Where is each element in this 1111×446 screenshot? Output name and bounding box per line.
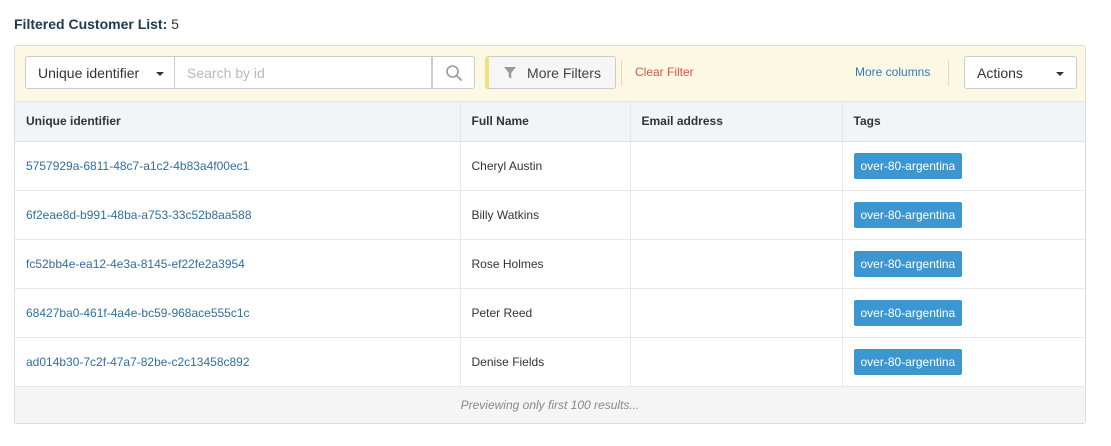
filter-toolbar: Unique identifier More Filters Clear Fil… bbox=[15, 46, 1085, 102]
toolbar-divider bbox=[621, 60, 622, 86]
tag-badge[interactable]: over-80-argentina bbox=[853, 299, 963, 326]
column-header-full-name[interactable]: Full Name bbox=[459, 102, 630, 142]
customer-id-link[interactable]: 5757929a-6811-48c7-a1c2-4b83a4f00ec1 bbox=[26, 159, 249, 173]
actions-label: Actions bbox=[977, 64, 1023, 81]
cell-full-name: Billy Watkins bbox=[459, 190, 630, 240]
more-columns-link[interactable]: More columns bbox=[855, 65, 930, 79]
tag-badge[interactable]: over-80-argentina bbox=[853, 250, 963, 277]
table-row: 6f2eae8d-b991-48ba-a753-33c52b8aa588 Bil… bbox=[15, 190, 1085, 240]
cell-email-address bbox=[629, 239, 842, 289]
cell-unique-identifier: fc52bb4e-ea12-4e3a-8145-ef22fe2a3954 bbox=[15, 239, 460, 289]
tag-badge[interactable]: over-80-argentina bbox=[853, 201, 963, 228]
column-header-unique-identifier[interactable]: Unique identifier bbox=[15, 102, 460, 142]
column-header-email-address[interactable]: Email address bbox=[629, 102, 842, 142]
customer-id-link[interactable]: ad014b30-7c2f-47a7-82be-c2c13458c892 bbox=[26, 355, 250, 369]
page-title: Filtered Customer List: 5 bbox=[14, 16, 179, 32]
table-row: 68427ba0-461f-4a4e-bc59-968ace555c1c Pet… bbox=[15, 288, 1085, 338]
cell-unique-identifier: 5757929a-6811-48c7-a1c2-4b83a4f00ec1 bbox=[15, 141, 460, 191]
cell-tags: over-80-argentina bbox=[841, 288, 1085, 338]
cell-tags: over-80-argentina bbox=[841, 190, 1085, 240]
cell-email-address bbox=[629, 288, 842, 338]
cell-tags: over-80-argentina bbox=[841, 141, 1085, 191]
chevron-down-icon bbox=[156, 72, 164, 76]
cell-unique-identifier: ad014b30-7c2f-47a7-82be-c2c13458c892 bbox=[15, 337, 460, 387]
chevron-down-icon bbox=[1056, 72, 1064, 76]
customer-table: Unique identifier Full Name Email addres… bbox=[15, 102, 1085, 387]
cell-email-address bbox=[629, 141, 842, 191]
tag-badge[interactable]: over-80-argentina bbox=[853, 348, 963, 375]
toolbar-divider bbox=[948, 60, 949, 86]
table-row: 5757929a-6811-48c7-a1c2-4b83a4f00ec1 Che… bbox=[15, 141, 1085, 191]
cell-full-name: Denise Fields bbox=[459, 337, 630, 387]
tag-badge[interactable]: over-80-argentina bbox=[853, 152, 963, 179]
customer-id-link[interactable]: 68427ba0-461f-4a4e-bc59-968ace555c1c bbox=[26, 306, 250, 320]
cell-full-name: Cheryl Austin bbox=[459, 141, 630, 191]
filter-icon bbox=[503, 66, 517, 80]
more-filters-button[interactable]: More Filters bbox=[485, 56, 616, 89]
identifier-select[interactable]: Unique identifier bbox=[25, 56, 175, 89]
results-preview-note: Previewing only first 100 results... bbox=[15, 386, 1085, 423]
table-row: ad014b30-7c2f-47a7-82be-c2c13458c892 Den… bbox=[15, 337, 1085, 387]
customer-count: 5 bbox=[171, 16, 179, 32]
cell-full-name: Peter Reed bbox=[459, 288, 630, 338]
customer-list-panel: Unique identifier More Filters Clear Fil… bbox=[14, 45, 1086, 424]
search-input[interactable] bbox=[175, 56, 432, 89]
actions-dropdown[interactable]: Actions bbox=[964, 56, 1077, 89]
identifier-select-label: Unique identifier bbox=[38, 64, 140, 81]
cell-email-address bbox=[629, 190, 842, 240]
cell-unique-identifier: 6f2eae8d-b991-48ba-a753-33c52b8aa588 bbox=[15, 190, 460, 240]
cell-full-name: Rose Holmes bbox=[459, 239, 630, 289]
column-header-tags[interactable]: Tags bbox=[841, 102, 1085, 142]
cell-email-address bbox=[629, 337, 842, 387]
search-button[interactable] bbox=[432, 56, 475, 89]
table-header-row: Unique identifier Full Name Email addres… bbox=[15, 102, 1085, 142]
customer-id-link[interactable]: 6f2eae8d-b991-48ba-a753-33c52b8aa588 bbox=[26, 208, 252, 222]
more-filters-label: More Filters bbox=[527, 64, 601, 81]
table-row: fc52bb4e-ea12-4e3a-8145-ef22fe2a3954 Ros… bbox=[15, 239, 1085, 289]
clear-filter-link[interactable]: Clear Filter bbox=[635, 65, 694, 79]
customer-id-link[interactable]: fc52bb4e-ea12-4e3a-8145-ef22fe2a3954 bbox=[26, 257, 245, 271]
search-icon bbox=[445, 64, 462, 81]
cell-unique-identifier: 68427ba0-461f-4a4e-bc59-968ace555c1c bbox=[15, 288, 460, 338]
page-title-label: Filtered Customer List: bbox=[14, 16, 168, 32]
cell-tags: over-80-argentina bbox=[841, 337, 1085, 387]
cell-tags: over-80-argentina bbox=[841, 239, 1085, 289]
